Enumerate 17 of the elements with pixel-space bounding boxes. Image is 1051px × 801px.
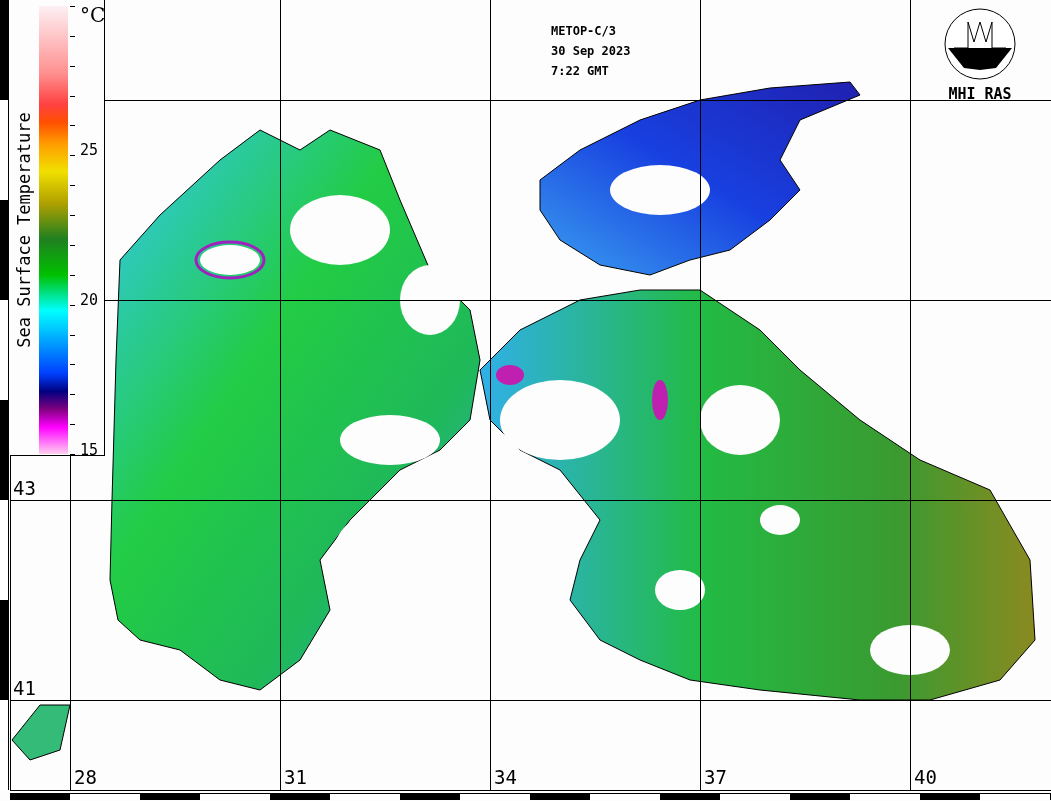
date-label: 30 Sep 2023 bbox=[551, 43, 631, 60]
color-scale-title: Sea Surface Temperature bbox=[16, 112, 32, 348]
scale-tick-label: 25 bbox=[80, 142, 99, 158]
scale-tick-label: 20 bbox=[80, 292, 99, 308]
scale-tick-label: 15 bbox=[80, 442, 99, 458]
longitude-label: 31 bbox=[282, 767, 309, 787]
latitude-label: 43 bbox=[11, 478, 38, 498]
longitude-label: 37 bbox=[702, 767, 729, 787]
latitude-label: 41 bbox=[11, 678, 38, 698]
longitude-label: 34 bbox=[492, 767, 519, 787]
satellite-name: METOP-C/3 bbox=[551, 23, 618, 40]
unit-label: °C bbox=[80, 4, 106, 26]
longitude-label: 28 bbox=[72, 767, 99, 787]
logo-text: MHI RAS bbox=[948, 84, 1012, 104]
logo-icon bbox=[944, 8, 1016, 80]
longitude-label: 40 bbox=[912, 767, 939, 787]
time-label: 7:22 GMT bbox=[551, 63, 610, 80]
